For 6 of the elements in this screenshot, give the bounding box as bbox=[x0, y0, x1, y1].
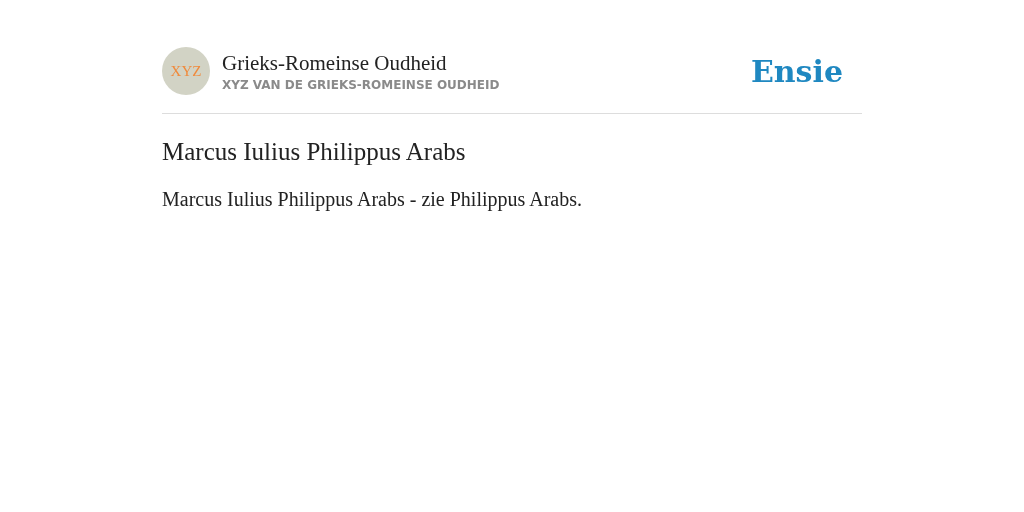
article-heading: Marcus Iulius Philippus Arabs bbox=[162, 138, 467, 166]
dictionary-title[interactable]: Grieks-Romeinse Oudheid bbox=[222, 50, 751, 76]
dictionary-subtitle: XYZ VAN DE GRIEKS-ROMEINSE OUDHEID bbox=[222, 78, 501, 92]
site-logo[interactable]: Ensie bbox=[750, 53, 843, 89]
avatar: XYZ bbox=[162, 47, 210, 95]
article-text: Marcus Iulius Philippus Arabs - zie Philippus Arabs. bbox=[162, 188, 583, 211]
